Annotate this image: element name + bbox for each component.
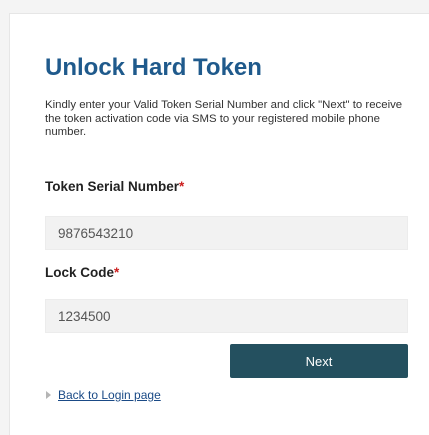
- required-marker: *: [179, 179, 185, 194]
- back-to-login[interactable]: Back to Login page: [46, 388, 161, 402]
- next-button[interactable]: Next: [230, 344, 408, 378]
- lock-code-input[interactable]: [45, 299, 408, 333]
- token-serial-input[interactable]: [45, 216, 408, 250]
- page-title: Unlock Hard Token: [45, 54, 262, 81]
- lock-code-label: Lock Code*: [45, 265, 119, 280]
- token-serial-label-text: Token Serial Number: [45, 179, 180, 194]
- instructions-text: Kindly enter your Valid Token Serial Num…: [45, 99, 403, 138]
- required-marker: *: [114, 265, 120, 280]
- lock-code-label-text: Lock Code: [45, 265, 115, 280]
- triangle-right-icon: [46, 391, 51, 399]
- back-to-login-link[interactable]: Back to Login page: [58, 388, 161, 402]
- token-serial-label: Token Serial Number*: [45, 179, 184, 194]
- unlock-token-card: Unlock Hard Token Kindly enter your Vali…: [9, 13, 429, 435]
